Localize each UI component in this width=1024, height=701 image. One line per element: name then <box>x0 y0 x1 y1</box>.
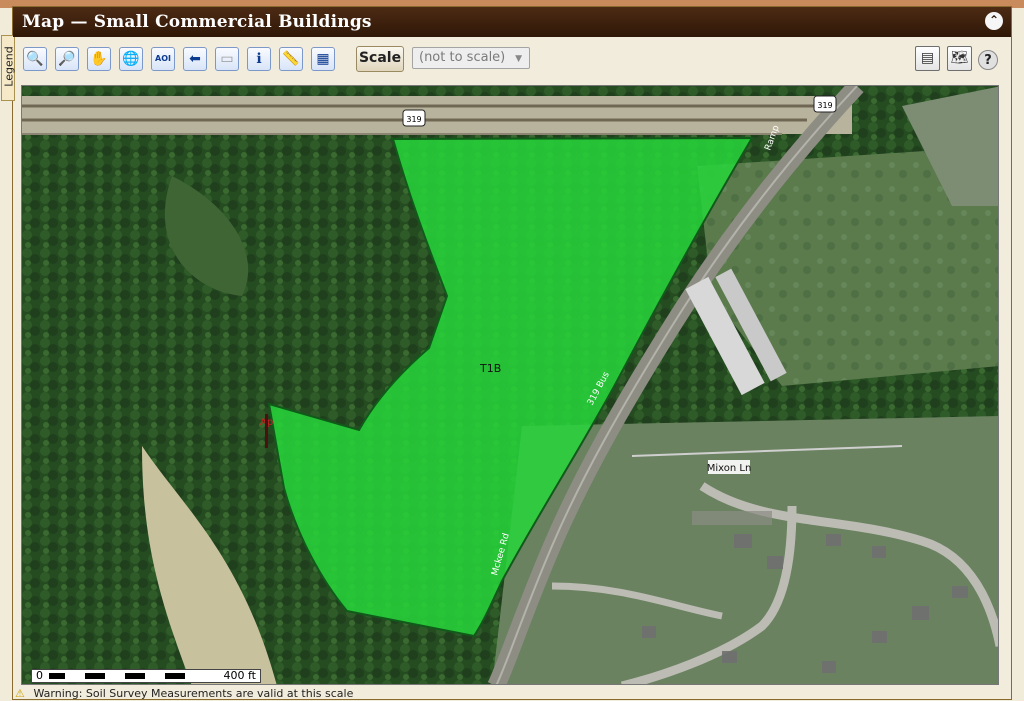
pan-hand-icon[interactable]: ✋ <box>87 47 111 71</box>
scale-select-value: (not to scale) <box>419 50 506 65</box>
info-icon[interactable]: ℹ <box>247 47 271 71</box>
chevron-up-icon[interactable]: ⌃ <box>985 12 1003 30</box>
map-title: Map — Small Commercial Buildings <box>22 12 372 32</box>
map-toolbar: 🔍 🔎 ✋ 🌐 AOI ⬅ ▭ ℹ 📏 ▦ Scale (not to scal… <box>13 41 1011 77</box>
aerial-map: 319 319 Ramp 319 Bus Mckee Rd Mixon Ln T… <box>22 86 998 684</box>
eraser-icon[interactable]: ▭ <box>215 47 239 71</box>
warning-message: ⚠ Warning: Soil Survey Measurements are … <box>15 687 354 700</box>
scale-button[interactable]: Scale <box>356 46 404 72</box>
panel-layout-icon[interactable]: ▤ <box>915 46 940 71</box>
help-icon[interactable]: ? <box>978 50 998 70</box>
measure-ruler-icon[interactable]: 📏 <box>279 47 303 71</box>
scale-bar-start: 0 <box>36 669 43 682</box>
aoi-icon[interactable]: AOI <box>151 47 175 71</box>
road-label-mixon: Mixon Ln <box>707 463 752 474</box>
scale-select[interactable]: (not to scale) ▼ <box>412 47 530 69</box>
dropdown-arrow-icon: ▼ <box>515 54 522 64</box>
globe-icon[interactable]: 🌐 <box>119 47 143 71</box>
map-window: Legend Map — Small Commercial Buildings … <box>1 6 1012 700</box>
svg-text:319: 319 <box>817 101 832 110</box>
layers-icon[interactable]: ▦ <box>311 47 335 71</box>
svg-text:319: 319 <box>406 115 421 124</box>
back-arrow-icon[interactable]: ⬅ <box>183 47 207 71</box>
zoom-in-icon[interactable]: 🔍 <box>23 47 47 71</box>
map-viewport[interactable]: 319 319 Ramp 319 Bus Mckee Rd Mixon Ln T… <box>21 85 999 685</box>
highway-shield-west: 319 <box>402 109 426 127</box>
warning-icon: ⚠ <box>15 687 25 700</box>
scale-bar: 0 400 ft <box>31 669 261 683</box>
scale-bar-end: 400 ft <box>223 669 256 682</box>
zoom-out-icon[interactable]: 🔎 <box>55 47 79 71</box>
map-view-icon[interactable]: 🗺 <box>947 46 972 71</box>
point-marker <box>265 414 268 448</box>
parcel-label: T1B <box>479 362 501 375</box>
map-titlebar: Map — Small Commercial Buildings ⌃ <box>13 7 1011 37</box>
highway-shield-east: 319 <box>813 95 837 113</box>
